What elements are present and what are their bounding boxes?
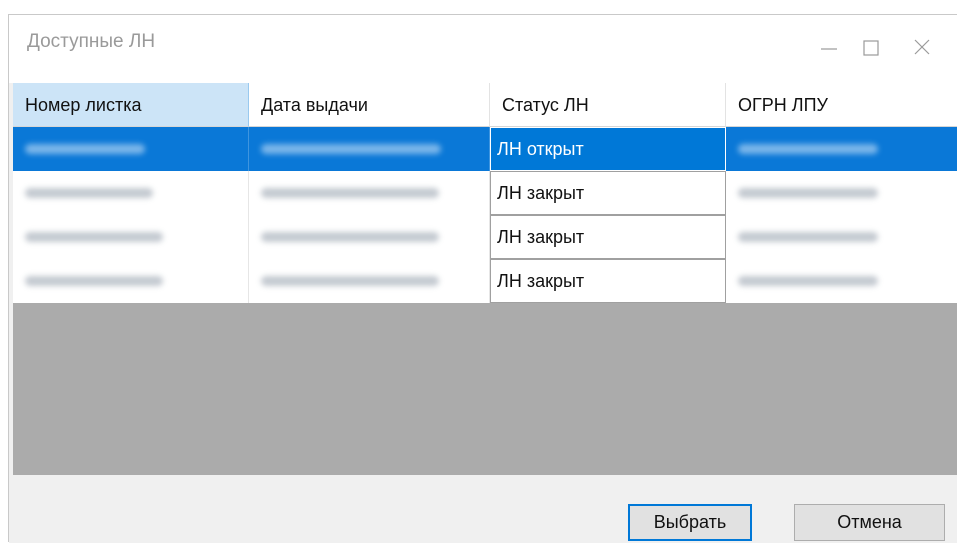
table-row[interactable]: ЛН закрыт bbox=[13, 171, 957, 215]
cell-date-redacted[interactable] bbox=[249, 171, 490, 215]
cell-number-redacted[interactable] bbox=[13, 171, 249, 215]
column-header-issue-date[interactable]: Дата выдачи bbox=[249, 83, 490, 127]
cell-number-redacted[interactable] bbox=[13, 127, 249, 171]
cell-number-redacted[interactable] bbox=[13, 215, 249, 259]
column-header-status[interactable]: Статус ЛН bbox=[490, 83, 726, 127]
cell-status[interactable]: ЛН закрыт bbox=[490, 215, 726, 259]
select-button[interactable]: Выбрать bbox=[628, 504, 752, 541]
title-bar[interactable]: Доступные ЛН bbox=[9, 15, 957, 83]
table-row[interactable]: ЛН закрыт bbox=[13, 259, 957, 303]
window-title: Доступные ЛН bbox=[27, 31, 156, 52]
cancel-button[interactable]: Отмена bbox=[794, 504, 945, 541]
cell-status[interactable]: ЛН закрыт bbox=[490, 259, 726, 303]
close-icon bbox=[914, 39, 930, 55]
cell-status[interactable]: ЛН открыт bbox=[490, 127, 726, 171]
cell-date-redacted[interactable] bbox=[249, 259, 490, 303]
minimize-icon bbox=[821, 48, 837, 50]
grid-header: Номер листка Дата выдачи Статус ЛН ОГРН … bbox=[13, 83, 957, 127]
column-header-ogrn[interactable]: ОГРН ЛПУ bbox=[726, 83, 957, 127]
data-grid[interactable]: Номер листка Дата выдачи Статус ЛН ОГРН … bbox=[13, 83, 957, 475]
minimize-button[interactable] bbox=[809, 29, 849, 65]
cell-ogrn-redacted[interactable] bbox=[726, 171, 957, 215]
cell-number-redacted[interactable] bbox=[13, 259, 249, 303]
maximize-button[interactable] bbox=[851, 29, 891, 65]
close-button[interactable] bbox=[902, 29, 942, 65]
table-row[interactable]: ЛН закрыт bbox=[13, 215, 957, 259]
cell-ogrn-redacted[interactable] bbox=[726, 215, 957, 259]
cell-status[interactable]: ЛН закрыт bbox=[490, 171, 726, 215]
cell-date-redacted[interactable] bbox=[249, 215, 490, 259]
maximize-icon bbox=[863, 40, 879, 56]
column-header-number[interactable]: Номер листка bbox=[13, 83, 249, 127]
dialog-window: Доступные ЛН Номер листка Дата выдачи Ст… bbox=[8, 14, 957, 543]
dialog-footer: Выбрать Отмена bbox=[9, 475, 957, 543]
cell-date-redacted[interactable] bbox=[249, 127, 490, 171]
table-row[interactable]: ЛН открыт bbox=[13, 127, 957, 171]
cell-ogrn-redacted[interactable] bbox=[726, 127, 957, 171]
cell-ogrn-redacted[interactable] bbox=[726, 259, 957, 303]
